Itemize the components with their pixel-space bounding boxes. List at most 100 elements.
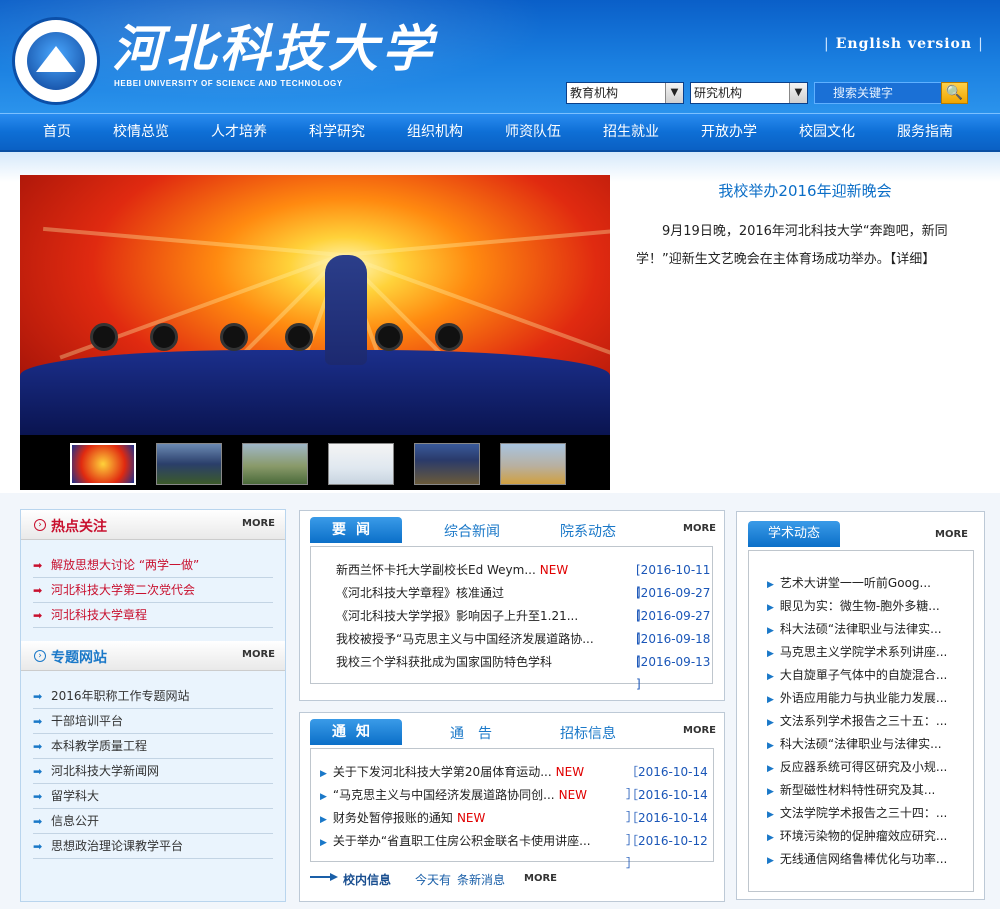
news-slideshow[interactable] bbox=[20, 175, 610, 490]
academic-item[interactable]: ▶ 反应器系统可得区研究及小规... bbox=[767, 756, 947, 779]
tab-announcement[interactable]: 通 告 bbox=[450, 723, 492, 743]
university-logo[interactable] bbox=[12, 17, 100, 105]
nav-item-faculty[interactable]: 师资队伍 bbox=[484, 114, 582, 151]
academic-item[interactable]: ▶ 大自旋單子气体中的自旋混合... bbox=[767, 664, 947, 687]
nav-item-service-guide[interactable]: 服务指南 bbox=[876, 114, 974, 151]
today-label[interactable]: 今天有 bbox=[415, 871, 451, 888]
academic-item[interactable]: ▶ 文法学院学术报告之三十四：... bbox=[767, 802, 947, 825]
notice-row[interactable]: ▶ 关于下发河北科技大学第20届体育运动... NEW bbox=[320, 761, 584, 783]
research-institution-select[interactable]: 研究机构 ▼ bbox=[690, 82, 808, 104]
nav-item-campus-culture[interactable]: 校园文化 bbox=[778, 114, 876, 151]
nav-item-research[interactable]: 科学研究 bbox=[288, 114, 386, 151]
news-list: 新西兰怀卡托大学副校长Ed Weym... NEW [2016-10-11 ] 《… bbox=[310, 546, 713, 691]
notice-list: ▶ 关于下发河北科技大学第20届体育运动... NEW ［2016-10-14 ］ … bbox=[310, 748, 714, 870]
triangle-bullet-icon: ▶ bbox=[767, 672, 774, 682]
hot-item[interactable]: ➡ 河北科技大学第二次党代会 bbox=[33, 578, 273, 603]
arrow-right-icon: ➡ bbox=[33, 584, 43, 597]
academic-item[interactable]: ▶ 新型磁性材料特性研究及其... bbox=[767, 779, 935, 802]
academic-item[interactable]: ▶ 文法系列学术报告之三十五：... bbox=[767, 710, 947, 733]
nav-item-admission[interactable]: 招生就业 bbox=[582, 114, 680, 151]
arrow-right-icon: ➡ bbox=[33, 715, 43, 728]
chevron-down-icon: ▼ bbox=[665, 83, 683, 103]
nav-item-overview[interactable]: 校情总览 bbox=[92, 114, 190, 151]
special-site-item[interactable]: ➡ 留学科大 bbox=[33, 784, 273, 809]
notice-row[interactable]: ▶ 财务处暂停报账的通知 NEW bbox=[320, 807, 485, 829]
hot-item[interactable]: ➡ 河北科技大学章程 bbox=[33, 603, 273, 628]
education-institution-select[interactable]: 教育机构 ▼ bbox=[566, 82, 684, 104]
long-arrow-icon-svg bbox=[310, 873, 338, 881]
news-date: [2016-09-18 ] bbox=[636, 632, 711, 668]
arrow-right-icon: ➡ bbox=[33, 609, 43, 622]
news-row[interactable]: 我校三个学科获批成为国家国防特色学科 bbox=[336, 651, 552, 673]
triangle-bullet-icon: ▶ bbox=[320, 792, 327, 802]
triangle-bullet-icon: ▶ bbox=[767, 741, 774, 751]
academic-item[interactable]: ▶ 环境污染物的促肿瘤效应研究... bbox=[767, 825, 947, 848]
academic-item[interactable]: ▶ 艺术大讲堂一一听前Goog... bbox=[767, 572, 931, 595]
search-input[interactable]: 搜索关键字 bbox=[814, 82, 942, 104]
news-row[interactable]: 《河北科技大学章程》核准通过 bbox=[336, 582, 504, 604]
hot-more-link[interactable]: MORE bbox=[242, 518, 275, 529]
search-button[interactable]: 🔍 bbox=[941, 82, 968, 104]
special-site-item[interactable]: ➡ 本科教学质量工程 bbox=[33, 734, 273, 759]
headline-title[interactable]: 我校举办2016年迎新晚会 bbox=[640, 180, 970, 202]
new-badge: NEW bbox=[558, 788, 588, 802]
slide-thumbnail[interactable] bbox=[242, 443, 308, 485]
triangle-bullet-icon: ▶ bbox=[767, 833, 774, 843]
campus-info-title[interactable]: 校内信息 bbox=[343, 871, 391, 888]
news-panel: 要闻 综合新闻 院系动态 MORE 新西兰怀卡托大学副校长Ed Weym... N… bbox=[299, 510, 725, 701]
new-messages-label[interactable]: 条新消息 bbox=[457, 871, 505, 888]
english-version-link[interactable]: | English version | bbox=[818, 36, 990, 52]
slideshow-image[interactable] bbox=[20, 175, 610, 435]
new-badge: NEW bbox=[539, 563, 569, 577]
academic-item[interactable]: ▶ 外语应用能力与执业能力发展... bbox=[767, 687, 947, 710]
nav-item-international[interactable]: 开放办学 bbox=[680, 114, 778, 151]
notice-date: ［2016-10-14 ］ bbox=[626, 788, 708, 824]
tab-important-news[interactable]: 要闻 bbox=[310, 517, 402, 543]
tab-tender-info[interactable]: 招标信息 bbox=[560, 723, 616, 743]
academic-item[interactable]: ▶ 科大法硕“法律职业与法律实... bbox=[767, 733, 942, 756]
tab-general-news[interactable]: 综合新闻 bbox=[444, 521, 500, 541]
news-more-link[interactable]: MORE bbox=[683, 523, 716, 534]
academic-item[interactable]: ▶ 马克思主义学院学术系列讲座... bbox=[767, 641, 947, 664]
tab-notice[interactable]: 通知 bbox=[310, 719, 402, 745]
university-name[interactable]: 河北科技大学 bbox=[112, 20, 436, 78]
circle-chevron-icon: › bbox=[34, 519, 46, 531]
nav-item-organization[interactable]: 组织机构 bbox=[386, 114, 484, 151]
notice-date: ［2016-10-12 ］ bbox=[626, 834, 708, 870]
notice-row[interactable]: ▶ 关于举办“省直职工住房公积金联名卡使用讲座... bbox=[320, 830, 591, 852]
slide-thumbnail[interactable] bbox=[156, 443, 222, 485]
news-date: [2016-09-27 ] bbox=[636, 586, 711, 622]
special-site-item[interactable]: ➡ 干部培训平台 bbox=[33, 709, 273, 734]
special-site-item[interactable]: ➡ 思想政治理论课教学平台 bbox=[33, 834, 273, 859]
special-site-item[interactable]: ➡ 信息公开 bbox=[33, 809, 273, 834]
academic-item[interactable]: ▶ 无线通信网络鲁棒优化与功率... bbox=[767, 848, 947, 871]
special-site-item[interactable]: ➡ 2016年职称工作专题网站 bbox=[33, 684, 273, 709]
notice-date: ［2016-10-14 ］ bbox=[626, 765, 708, 801]
triangle-bullet-icon: ▶ bbox=[767, 695, 774, 705]
slide-thumbnail[interactable] bbox=[70, 443, 136, 485]
notice-more-link[interactable]: MORE bbox=[683, 725, 716, 736]
academic-more-link[interactable]: MORE bbox=[935, 529, 968, 540]
news-date: [2016-10-11 ] bbox=[636, 563, 711, 599]
nav-item-education[interactable]: 人才培养 bbox=[190, 114, 288, 151]
special-more-link[interactable]: MORE bbox=[242, 649, 275, 660]
notice-row[interactable]: ▶ “马克思主义与中国经济发展道路协同创... NEW bbox=[320, 784, 587, 806]
academic-item[interactable]: ▶ 科大法硕“法律职业与法律实... bbox=[767, 618, 942, 641]
hot-item[interactable]: ➡ 解放思想大讨论 “两学一做” bbox=[33, 553, 273, 578]
nav-item-home[interactable]: 首页 bbox=[27, 114, 87, 151]
triangle-bullet-icon: ▶ bbox=[767, 649, 774, 659]
news-row[interactable]: 《河北科技大学学报》影响因子上升至1.21... bbox=[336, 605, 578, 627]
academic-list: ▶ 艺术大讲堂一一听前Goog... ▶ 眼见为实：微生物-胞外多糖... ▶ 科大法… bbox=[748, 550, 974, 892]
campus-info-more-link[interactable]: MORE bbox=[524, 873, 557, 884]
news-row[interactable]: 我校被授予“马克思主义与中国经济发展道路协... bbox=[336, 628, 594, 650]
academic-item[interactable]: ▶ 眼见为实：微生物-胞外多糖... bbox=[767, 595, 940, 618]
tab-academic[interactable]: 学术动态 bbox=[748, 521, 840, 547]
news-row[interactable]: 新西兰怀卡托大学副校长Ed Weym... NEW bbox=[336, 559, 568, 581]
slide-thumbnail[interactable] bbox=[328, 443, 394, 485]
tab-department-news[interactable]: 院系动态 bbox=[560, 521, 616, 541]
academic-panel: 学术动态 MORE ▶ 艺术大讲堂一一听前Goog... ▶ 眼见为实：微生物-胞外… bbox=[736, 511, 985, 900]
slide-thumbnail[interactable] bbox=[500, 443, 566, 485]
slide-thumbnail[interactable] bbox=[414, 443, 480, 485]
special-site-item[interactable]: ➡ 河北科技大学新闻网 bbox=[33, 759, 273, 784]
arrow-right-icon: ➡ bbox=[33, 840, 43, 853]
